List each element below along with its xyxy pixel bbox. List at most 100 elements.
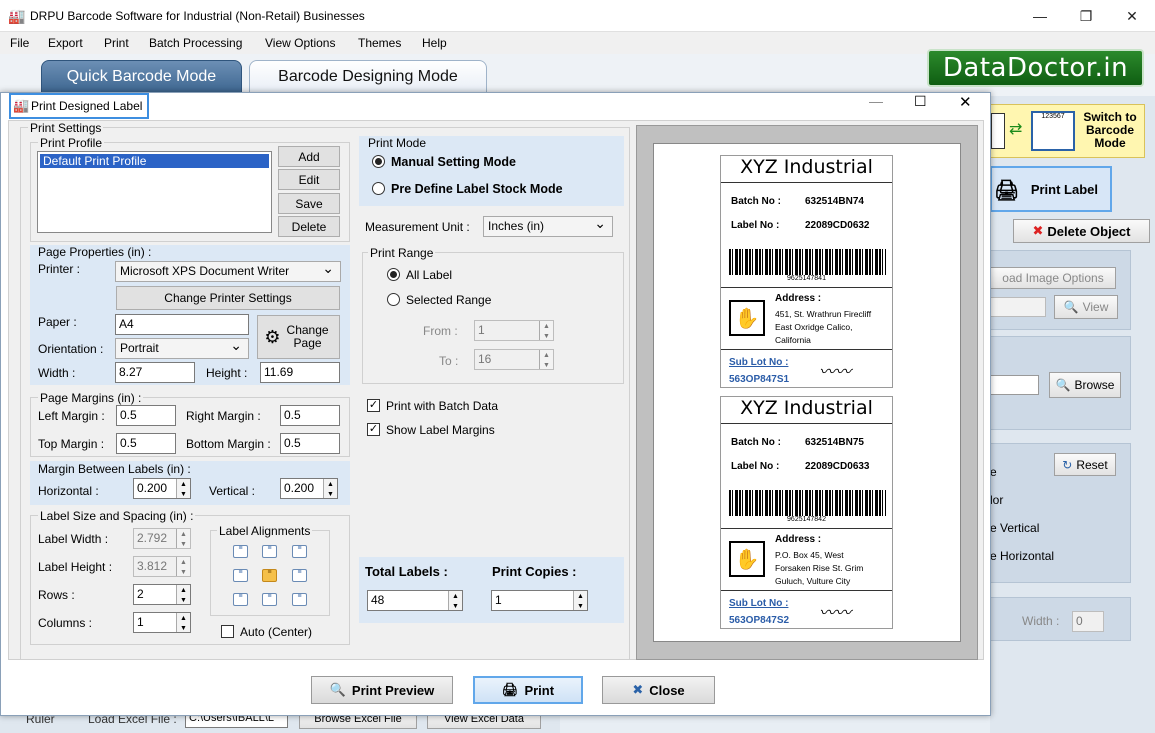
vertical-spacing-input[interactable]: 0.200 ▲ ▼ bbox=[280, 478, 338, 499]
delete-x-icon: ✖ bbox=[1032, 223, 1044, 238]
reset-button[interactable]: ↻ Reset bbox=[1054, 453, 1116, 476]
address-line-1: 451, St. Wrathrun Firecliff bbox=[775, 309, 872, 319]
label-divider bbox=[721, 287, 892, 288]
browse-button[interactable]: 🔍 Browse bbox=[1049, 372, 1121, 398]
print-label-button[interactable]: 🖨 Print Label bbox=[990, 166, 1112, 212]
top-margin-input[interactable]: 0.5 bbox=[116, 433, 176, 454]
list-item[interactable]: Default Print Profile bbox=[40, 154, 269, 168]
left-margin-input[interactable]: 0.5 bbox=[116, 405, 176, 426]
menu-export[interactable]: Export bbox=[48, 36, 83, 50]
align-bottom-center-icon[interactable]: ≡ bbox=[262, 593, 277, 606]
dialog-maximize-icon[interactable]: ☐ bbox=[914, 93, 927, 110]
all-label-radio[interactable] bbox=[387, 268, 400, 281]
to-input[interactable]: 16 ▲ ▼ bbox=[474, 349, 554, 370]
printer-select[interactable]: Microsoft XPS Document Writer bbox=[115, 260, 341, 282]
menu-batch-processing[interactable]: Batch Processing bbox=[149, 36, 242, 50]
minimize-icon[interactable]: — bbox=[1017, 0, 1063, 32]
page-height-input[interactable]: 11.69 bbox=[260, 362, 340, 383]
profile-list[interactable]: Default Print Profile bbox=[37, 151, 272, 233]
columns-input[interactable]: 1 ▲ ▼ bbox=[133, 612, 191, 633]
switch-mode-button[interactable]: ⇄ 123567 Switch to Barcode Mode bbox=[990, 104, 1145, 158]
delete-object-button[interactable]: ✖ Delete Object bbox=[1013, 219, 1150, 243]
orientation-select[interactable]: Portrait bbox=[115, 337, 249, 359]
horizontal-spacing-input[interactable]: 0.200 ▲ ▼ bbox=[133, 478, 191, 499]
measurement-unit-label: Measurement Unit : bbox=[365, 220, 470, 234]
print-copies-input[interactable]: 1 ▲ ▼ bbox=[491, 590, 588, 611]
print-button[interactable]: 🖨 Print bbox=[473, 676, 583, 704]
label-divider bbox=[721, 349, 892, 350]
bottom-margin-input[interactable]: 0.5 bbox=[280, 433, 340, 454]
barcode-preview-icon: 123567 bbox=[1031, 111, 1075, 151]
label-no-label: Label No : bbox=[731, 220, 780, 231]
label-width-input[interactable]: 2.792 ▲ ▼ bbox=[133, 528, 191, 549]
align-middle-right-icon[interactable]: ≡ bbox=[292, 569, 307, 582]
add-profile-button[interactable]: Add bbox=[278, 146, 340, 167]
print-preview-button[interactable]: 🔍 Print Preview bbox=[311, 676, 453, 704]
auto-center-checkbox[interactable] bbox=[221, 625, 234, 638]
align-top-left-icon[interactable]: ≡ bbox=[233, 545, 248, 558]
page-width-input[interactable]: 8.27 bbox=[115, 362, 195, 383]
batch-data-checkbox[interactable]: ✓ bbox=[367, 399, 380, 412]
menu-view-options[interactable]: View Options bbox=[265, 36, 335, 50]
change-page-button[interactable]: ⚙ Change Page bbox=[257, 315, 340, 359]
total-labels-spinner[interactable]: ▲ ▼ bbox=[448, 591, 462, 610]
load-image-options-button[interactable]: oad Image Options bbox=[990, 267, 1116, 289]
dialog-close-icon[interactable]: ✕ bbox=[959, 93, 972, 111]
change-printer-settings-button[interactable]: Change Printer Settings bbox=[116, 286, 340, 310]
show-margins-checkbox[interactable]: ✓ bbox=[367, 423, 380, 436]
selected-range-radio[interactable] bbox=[387, 293, 400, 306]
close-button[interactable]: ✖ Close bbox=[602, 676, 715, 704]
delete-profile-button[interactable]: Delete bbox=[278, 216, 340, 237]
edit-profile-button[interactable]: Edit bbox=[278, 169, 340, 190]
image-path-input[interactable] bbox=[990, 375, 1039, 395]
label-height-spinner[interactable]: ▲ ▼ bbox=[176, 557, 190, 576]
rows-input[interactable]: 2 ▲ ▼ bbox=[133, 584, 191, 605]
maximize-icon[interactable]: ❐ bbox=[1063, 0, 1109, 32]
measurement-unit-select[interactable]: Inches (in) bbox=[483, 215, 613, 237]
horizontal-spinner[interactable]: ▲ ▼ bbox=[176, 479, 190, 498]
save-profile-button[interactable]: Save bbox=[278, 193, 340, 214]
predefine-mode-label: Pre Define Label Stock Mode bbox=[391, 182, 563, 196]
right-margin-label: Right Margin : bbox=[186, 409, 261, 423]
page-margins-label: Page Margins (in) : bbox=[38, 391, 144, 405]
right-margin-input[interactable]: 0.5 bbox=[280, 405, 340, 426]
page-properties-label: Page Properties (in) : bbox=[38, 245, 152, 259]
image-select[interactable] bbox=[990, 297, 1046, 317]
align-top-right-icon[interactable]: ≡ bbox=[292, 545, 307, 558]
align-middle-left-icon[interactable]: ≡ bbox=[233, 569, 248, 582]
vertical-spinner[interactable]: ▲ ▼ bbox=[323, 479, 337, 498]
align-bottom-left-icon[interactable]: ≡ bbox=[233, 593, 248, 606]
menu-print[interactable]: Print bbox=[104, 36, 129, 50]
align-top-center-icon[interactable]: ≡ bbox=[262, 545, 277, 558]
columns-spinner[interactable]: ▲ ▼ bbox=[176, 613, 190, 632]
label-alignments-label: Label Alignments bbox=[217, 524, 313, 538]
view-button[interactable]: 🔍 View bbox=[1054, 295, 1118, 319]
align-bottom-right-icon[interactable]: ≡ bbox=[292, 593, 307, 606]
tab-barcode-designing-mode[interactable]: Barcode Designing Mode bbox=[249, 60, 487, 94]
width-input[interactable]: 0 bbox=[1072, 611, 1104, 632]
switch-arrows-icon: ⇄ bbox=[1009, 121, 1023, 138]
label-height-input[interactable]: 3.812 ▲ ▼ bbox=[133, 556, 191, 577]
dialog-minimize-icon[interactable]: — bbox=[869, 93, 883, 109]
manual-mode-radio[interactable] bbox=[372, 155, 385, 168]
paper-input[interactable]: A4 bbox=[115, 314, 249, 335]
from-input[interactable]: 1 ▲ ▼ bbox=[474, 320, 554, 341]
preview-label-1: XYZ Industrial Batch No : 632514BN74 Lab… bbox=[720, 155, 893, 388]
from-spinner[interactable]: ▲ ▼ bbox=[539, 321, 553, 340]
align-center-icon[interactable]: ≡ bbox=[262, 569, 277, 582]
paper-label: Paper : bbox=[38, 315, 77, 329]
menu-file[interactable]: File bbox=[10, 36, 29, 50]
address-line-3: California bbox=[775, 335, 811, 345]
predefine-mode-radio[interactable] bbox=[372, 182, 385, 195]
tab-quick-barcode-mode[interactable]: Quick Barcode Mode bbox=[41, 60, 242, 94]
menu-themes[interactable]: Themes bbox=[358, 36, 401, 50]
rows-spinner[interactable]: ▲ ▼ bbox=[176, 585, 190, 604]
left-margin-label: Left Margin : bbox=[38, 409, 105, 423]
switch-mode-label: Switch to Barcode Mode bbox=[1083, 110, 1137, 150]
menu-help[interactable]: Help bbox=[422, 36, 447, 50]
print-copies-spinner[interactable]: ▲ ▼ bbox=[573, 591, 587, 610]
total-labels-input[interactable]: 48 ▲ ▼ bbox=[367, 590, 463, 611]
to-spinner[interactable]: ▲ ▼ bbox=[539, 350, 553, 369]
close-window-icon[interactable]: ✕ bbox=[1109, 0, 1155, 32]
label-width-spinner[interactable]: ▲ ▼ bbox=[176, 529, 190, 548]
